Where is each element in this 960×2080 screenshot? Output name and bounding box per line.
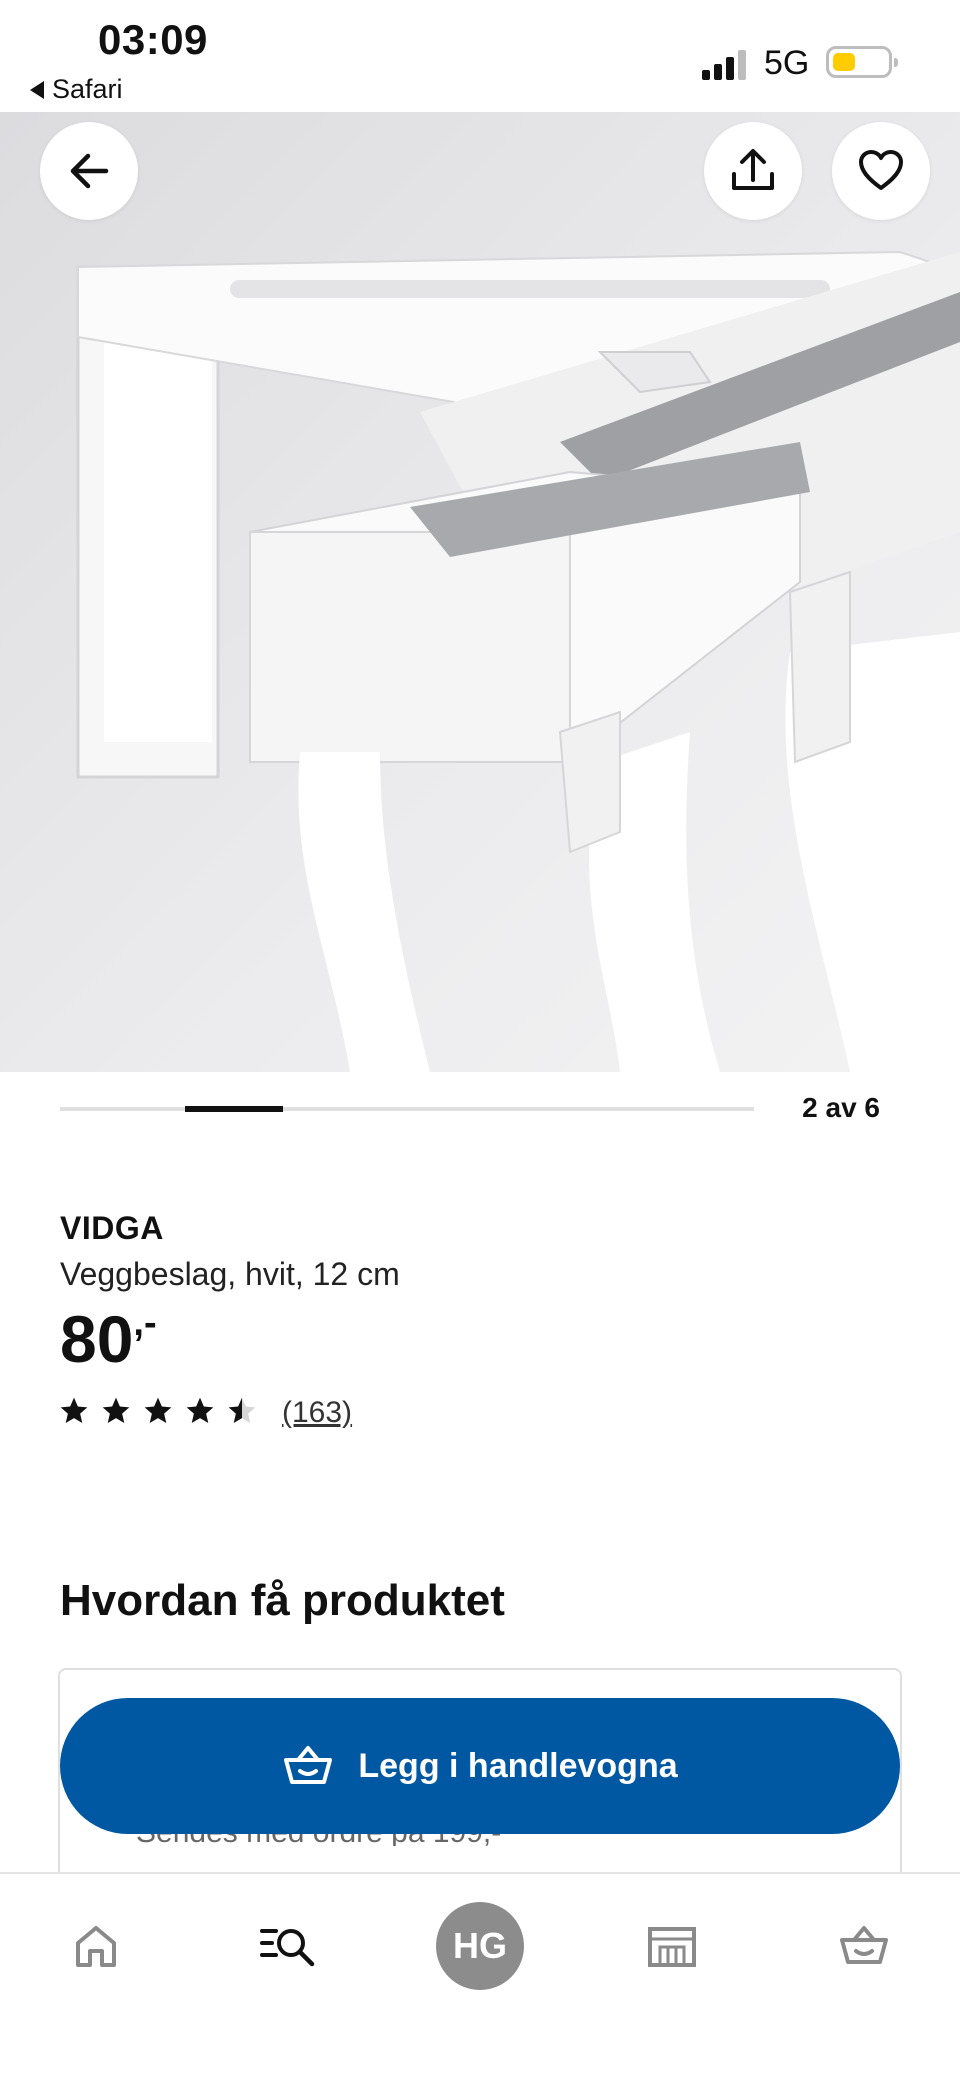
image-carousel-thumb [185, 1106, 283, 1112]
curtain-bracket-illustration [0, 112, 960, 1072]
nav-search[interactable] [240, 1898, 336, 1994]
star-full-icon [186, 1397, 214, 1423]
battery-icon [826, 46, 898, 78]
back-to-safari[interactable]: Safari [30, 74, 123, 105]
status-time: 03:09 [98, 16, 208, 63]
product-image[interactable] [0, 112, 960, 1072]
nav-stores[interactable] [624, 1898, 720, 1994]
product-brand: VIDGA [60, 1210, 164, 1246]
nav-cart[interactable] [816, 1898, 912, 1994]
product-price: 80,- [60, 1304, 157, 1372]
price-value: 80 [60, 1302, 134, 1376]
nav-home[interactable] [48, 1898, 144, 1994]
nav-profile[interactable]: HG [432, 1898, 528, 1994]
star-full-icon [102, 1397, 130, 1423]
star-full-icon [144, 1397, 172, 1423]
network-type: 5G [764, 44, 810, 82]
add-to-cart-label: Legg i handlevogna [358, 1746, 678, 1785]
battery-level [833, 53, 855, 71]
favorite-button[interactable] [832, 122, 930, 220]
back-app-label: Safari [52, 74, 123, 104]
reviews-count-link[interactable]: (163) [282, 1396, 352, 1430]
star-half-icon [228, 1397, 256, 1423]
avatar: HG [436, 1902, 524, 1990]
status-bar: 03:09 Safari 5G [0, 0, 960, 112]
back-triangle-icon [30, 80, 44, 99]
add-to-cart-button[interactable]: Legg i handlevogna [60, 1698, 900, 1834]
rating-stars[interactable] [58, 1395, 258, 1427]
star-full-icon [60, 1397, 88, 1423]
basket-icon [284, 1746, 333, 1784]
share-button[interactable] [704, 122, 802, 220]
image-carousel-track[interactable] [60, 1106, 754, 1112]
bottom-navigation: HG [0, 1872, 960, 2080]
product-description: Veggbeslag, hvit, 12 cm [60, 1256, 400, 1292]
battery-cap [894, 58, 898, 67]
price-suffix: ,- [133, 1302, 157, 1344]
section-title-how-to-get: Hvordan få produktet [60, 1576, 505, 1625]
home-icon [76, 1926, 116, 1967]
cart-icon [840, 1926, 888, 1964]
share-icon [732, 149, 774, 190]
store-icon [648, 1927, 696, 1967]
back-button[interactable] [40, 122, 138, 220]
arrow-left-icon [70, 153, 109, 189]
search-list-icon [260, 1929, 315, 1967]
heart-icon [859, 150, 903, 190]
signal-icon [702, 50, 746, 80]
image-counter: 2 av 6 [802, 1092, 880, 1123]
